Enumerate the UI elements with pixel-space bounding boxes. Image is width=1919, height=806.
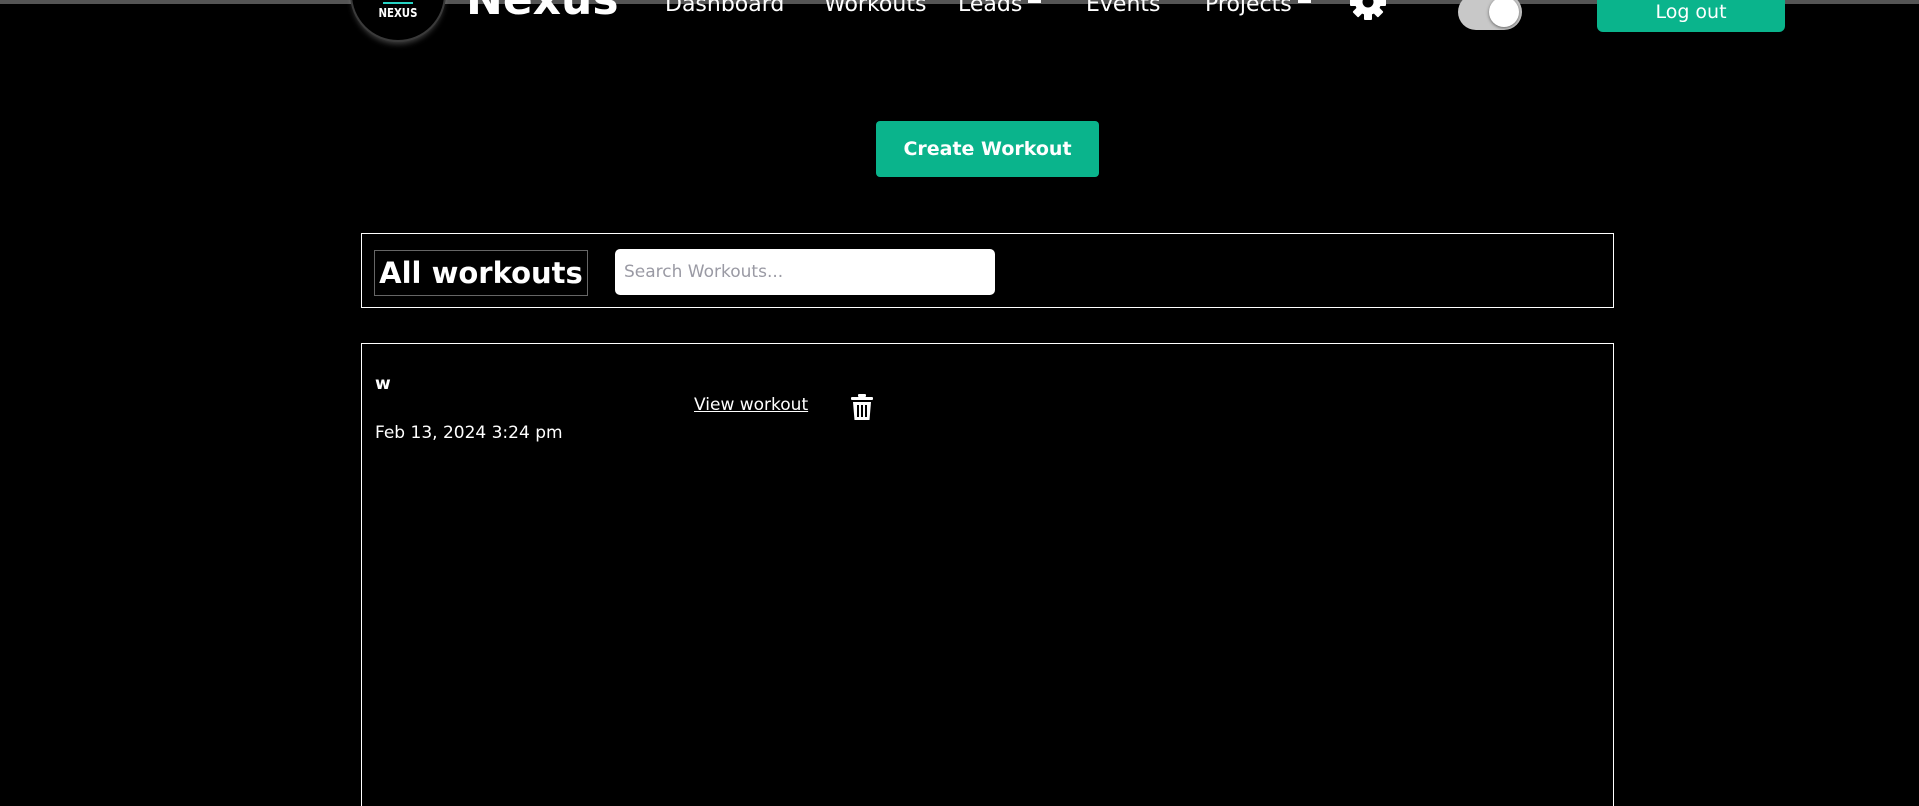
brand-name[interactable]: Nexus xyxy=(466,0,619,24)
nexus-logo[interactable]: NEXUS xyxy=(352,0,444,40)
nav-workouts[interactable]: Workouts xyxy=(824,0,926,16)
nav-leads-label: Leads xyxy=(958,0,1023,17)
theme-toggle[interactable] xyxy=(1458,0,1522,30)
trash-icon[interactable] xyxy=(851,394,873,420)
nav-dashboard[interactable]: Dashboard xyxy=(665,0,784,16)
logo-mark-icon xyxy=(383,0,413,4)
logout-button[interactable]: Log out xyxy=(1597,0,1785,32)
workouts-toolbar: All workouts xyxy=(361,233,1614,308)
workout-list: w Feb 13, 2024 3:24 pm View workout xyxy=(361,343,1614,806)
gear-icon[interactable] xyxy=(1348,0,1388,22)
create-workout-button[interactable]: Create Workout xyxy=(876,121,1099,177)
toggle-knob xyxy=(1489,0,1519,27)
workout-name: w xyxy=(375,374,391,394)
nav-projects[interactable]: Projects xyxy=(1205,0,1311,16)
logo-text: NEXUS xyxy=(378,6,418,20)
caret-down-icon xyxy=(1297,0,1311,3)
nav-projects-label: Projects xyxy=(1205,0,1292,17)
workout-date: Feb 13, 2024 3:24 pm xyxy=(375,423,563,443)
caret-down-icon xyxy=(1028,0,1042,3)
nav-leads[interactable]: Leads xyxy=(958,0,1042,17)
nav-events[interactable]: Events xyxy=(1086,0,1161,16)
page-title: All workouts xyxy=(374,250,588,296)
view-workout-link[interactable]: View workout xyxy=(694,395,808,415)
search-input[interactable] xyxy=(615,249,995,295)
